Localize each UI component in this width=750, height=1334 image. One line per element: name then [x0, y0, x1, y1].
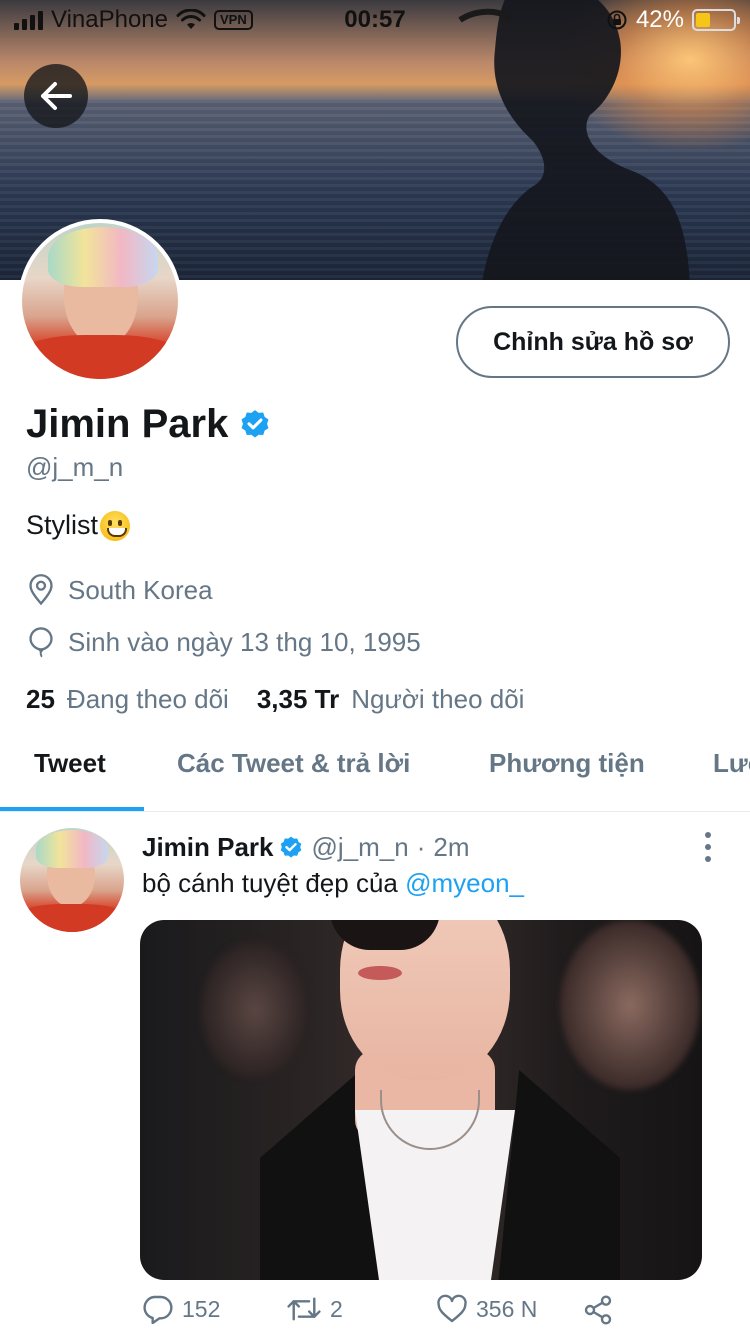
following-count[interactable]: 25	[26, 684, 55, 715]
rotation-lock-icon	[607, 10, 627, 30]
tweet-author-handle[interactable]: @j_m_n	[312, 832, 409, 863]
like-icon	[437, 1294, 467, 1323]
location-pin-icon	[29, 574, 53, 606]
profile-location: South Korea	[26, 574, 213, 606]
tab-media[interactable]: Phương tiện	[489, 736, 645, 779]
status-bar: VinaPhone VPN 00:57 42%	[0, 0, 750, 40]
retweet-count: 2	[330, 1295, 343, 1322]
tweet-body: bộ cánh tuyệt đẹp của	[142, 868, 398, 898]
followers-count[interactable]: 3,35 Tr	[257, 684, 339, 715]
profile-birthday: Sinh vào ngày 13 thg 10, 1995	[26, 626, 421, 658]
retweet-button[interactable]: 2	[286, 1294, 343, 1324]
profile-name: Jimin Park	[26, 402, 229, 446]
profile-handle: @j_m_n	[26, 452, 124, 482]
like-button[interactable]: 356 N	[436, 1294, 537, 1324]
tweet-text: bộ cánh tuyệt đẹp của @myeon_	[142, 868, 524, 899]
retweet-icon	[287, 1297, 321, 1321]
tweet-mention-link[interactable]: @myeon_	[405, 868, 524, 898]
tab-tweets[interactable]: Tweet	[34, 736, 106, 779]
tweet-avatar[interactable]	[20, 828, 124, 932]
tweet-actions: 152 2 356 N	[142, 1294, 622, 1334]
share-icon	[584, 1295, 612, 1325]
balloon-icon	[29, 627, 53, 658]
share-button[interactable]	[582, 1294, 614, 1326]
profile-tabs: Tweet Các Tweet & trả lời Phương tiện Lư…	[0, 736, 750, 812]
battery-percent: 42%	[635, 6, 684, 33]
profile-name-row: Jimin Park	[26, 402, 272, 447]
followers-label[interactable]: Người theo dõi	[351, 684, 524, 715]
tweet-photo[interactable]	[140, 920, 702, 1280]
verified-badge-icon	[280, 836, 301, 858]
reply-count: 152	[182, 1295, 221, 1322]
tabs-divider	[0, 811, 750, 812]
like-count: 356 N	[476, 1295, 538, 1322]
tweet-time: 2m	[433, 832, 470, 862]
banner-silhouette	[458, 0, 690, 280]
reply-button[interactable]: 152	[142, 1294, 220, 1324]
following-label[interactable]: Đang theo dõi	[67, 684, 229, 715]
profile-avatar[interactable]	[18, 219, 182, 383]
location-text: South Korea	[68, 574, 213, 605]
reply-icon	[143, 1295, 173, 1324]
back-arrow-icon	[41, 82, 72, 110]
tweet-header: Jimin Park @j_m_n · 2m	[142, 832, 470, 863]
profile-bio: Stylist	[26, 510, 131, 541]
tweet-separator: ·	[416, 832, 426, 862]
tab-likes[interactable]: Lượt thích	[713, 736, 750, 779]
birthday-text: Sinh vào ngày 13 thg 10, 1995	[68, 626, 421, 657]
edit-profile-button[interactable]: Chỉnh sửa hồ sơ	[456, 306, 730, 378]
tweet-author-name[interactable]: Jimin Park	[142, 832, 274, 863]
bio-text: Stylist	[26, 510, 99, 540]
back-button[interactable]	[24, 64, 88, 128]
follow-stats: 25 Đang theo dõi 3,35 Tr Người theo dõi	[26, 684, 552, 715]
verified-badge-icon	[241, 409, 269, 437]
battery-icon	[692, 9, 740, 31]
more-icon[interactable]	[700, 832, 716, 862]
tab-tweets-and-replies[interactable]: Các Tweet & trả lời	[177, 736, 410, 779]
grinning-emoji-icon	[100, 510, 131, 541]
